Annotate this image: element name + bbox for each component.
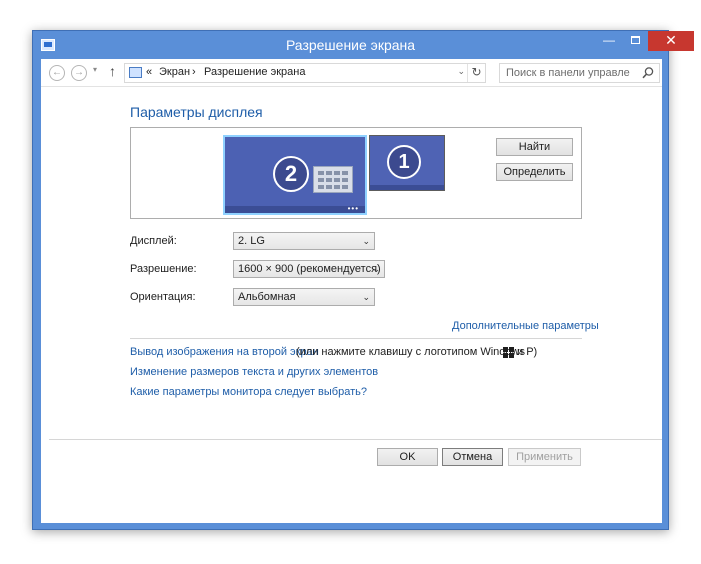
cancel-button[interactable]: Отмена xyxy=(442,448,503,466)
project-hint-suffix: и P) xyxy=(517,346,538,358)
navigation-bar: ← → ▾ ↑ « Экран › Разрешение экрана ⌄ ↻ xyxy=(41,59,662,87)
back-button[interactable]: ← xyxy=(49,65,65,81)
search-box[interactable] xyxy=(499,63,660,83)
chevron-down-icon: ⌄ xyxy=(362,292,370,302)
text-size-link[interactable]: Изменение размеров текста и других элеме… xyxy=(130,366,378,378)
monitor-1[interactable]: 1 xyxy=(369,135,445,191)
refresh-button[interactable]: ↻ xyxy=(467,64,485,82)
display-icon xyxy=(129,67,142,78)
title-bar[interactable]: Разрешение экрана — ✕ xyxy=(33,31,694,59)
ok-button[interactable]: OK xyxy=(377,448,438,466)
chevron-down-icon: ⌄ xyxy=(362,236,370,246)
footer-divider xyxy=(49,439,662,440)
windows-logo-icon xyxy=(503,347,514,358)
more-dots-icon: ••• xyxy=(347,204,359,213)
monitor-2-number: 2 xyxy=(273,156,309,192)
apply-button[interactable]: Применить xyxy=(508,448,581,466)
display-label: Дисплей: xyxy=(130,235,177,247)
search-icon[interactable] xyxy=(641,66,655,80)
up-button[interactable]: ↑ xyxy=(109,63,116,79)
identify-button[interactable]: Определить xyxy=(496,163,573,181)
forward-button[interactable]: → xyxy=(71,65,87,81)
address-bar[interactable]: « Экран › Разрешение экрана ⌄ ↻ xyxy=(124,63,486,83)
breadcrumb-separator[interactable]: › xyxy=(192,66,196,78)
taskbar-strip xyxy=(370,185,444,190)
monitor-2[interactable]: 2 ••• xyxy=(223,135,367,215)
address-overflow-chevron[interactable]: « xyxy=(146,66,152,78)
orientation-select-value: Альбомная xyxy=(238,291,296,303)
address-dropdown-icon[interactable]: ⌄ xyxy=(457,66,465,77)
maximize-button[interactable] xyxy=(622,31,648,51)
divider xyxy=(130,338,582,339)
orientation-select[interactable]: Альбомная ⌄ xyxy=(233,288,375,306)
chevron-down-icon: ⌄ xyxy=(372,264,380,274)
minimize-button[interactable]: — xyxy=(596,31,622,51)
search-input[interactable] xyxy=(500,64,630,82)
monitor-settings-help-link[interactable]: Какие параметры монитора следует выбрать… xyxy=(130,386,367,398)
monitor-1-number: 1 xyxy=(387,145,421,179)
page-title: Параметры дисплея xyxy=(130,104,263,120)
taskbar-strip xyxy=(225,206,365,213)
close-button[interactable]: ✕ xyxy=(648,31,694,51)
display-select-value: 2. LG xyxy=(238,235,265,247)
breadcrumb-display[interactable]: Экран xyxy=(159,66,190,78)
orientation-label: Ориентация: xyxy=(130,291,196,303)
breadcrumb-screen-resolution[interactable]: Разрешение экрана xyxy=(204,66,305,78)
display-select[interactable]: 2. LG ⌄ xyxy=(233,232,375,250)
recent-locations-dropdown[interactable]: ▾ xyxy=(93,65,97,74)
resolution-select-value: 1600 × 900 (рекомендуется) xyxy=(238,263,381,275)
find-button[interactable]: Найти xyxy=(496,138,573,156)
window-title: Разрешение экрана xyxy=(285,37,416,53)
project-hint-text: (или нажмите клавишу с логотипом Windows xyxy=(296,346,525,358)
maximize-icon xyxy=(630,36,640,44)
project-second-screen-link[interactable]: Вывод изображения на второй экран xyxy=(130,346,319,358)
resolution-label: Разрешение: xyxy=(130,263,197,275)
main-content: Параметры дисплея 2 ••• 1 Найти Определи… xyxy=(41,87,662,523)
start-screen-icon xyxy=(313,166,353,193)
monitor-arrangement-panel: 2 ••• 1 Найти Определить xyxy=(130,127,582,219)
screen-resolution-window: Разрешение экрана — ✕ ← → ▾ ↑ « Экран › … xyxy=(32,30,694,530)
resolution-select[interactable]: 1600 × 900 (рекомендуется) ⌄ xyxy=(233,260,385,278)
advanced-settings-link[interactable]: Дополнительные параметры xyxy=(452,320,599,332)
